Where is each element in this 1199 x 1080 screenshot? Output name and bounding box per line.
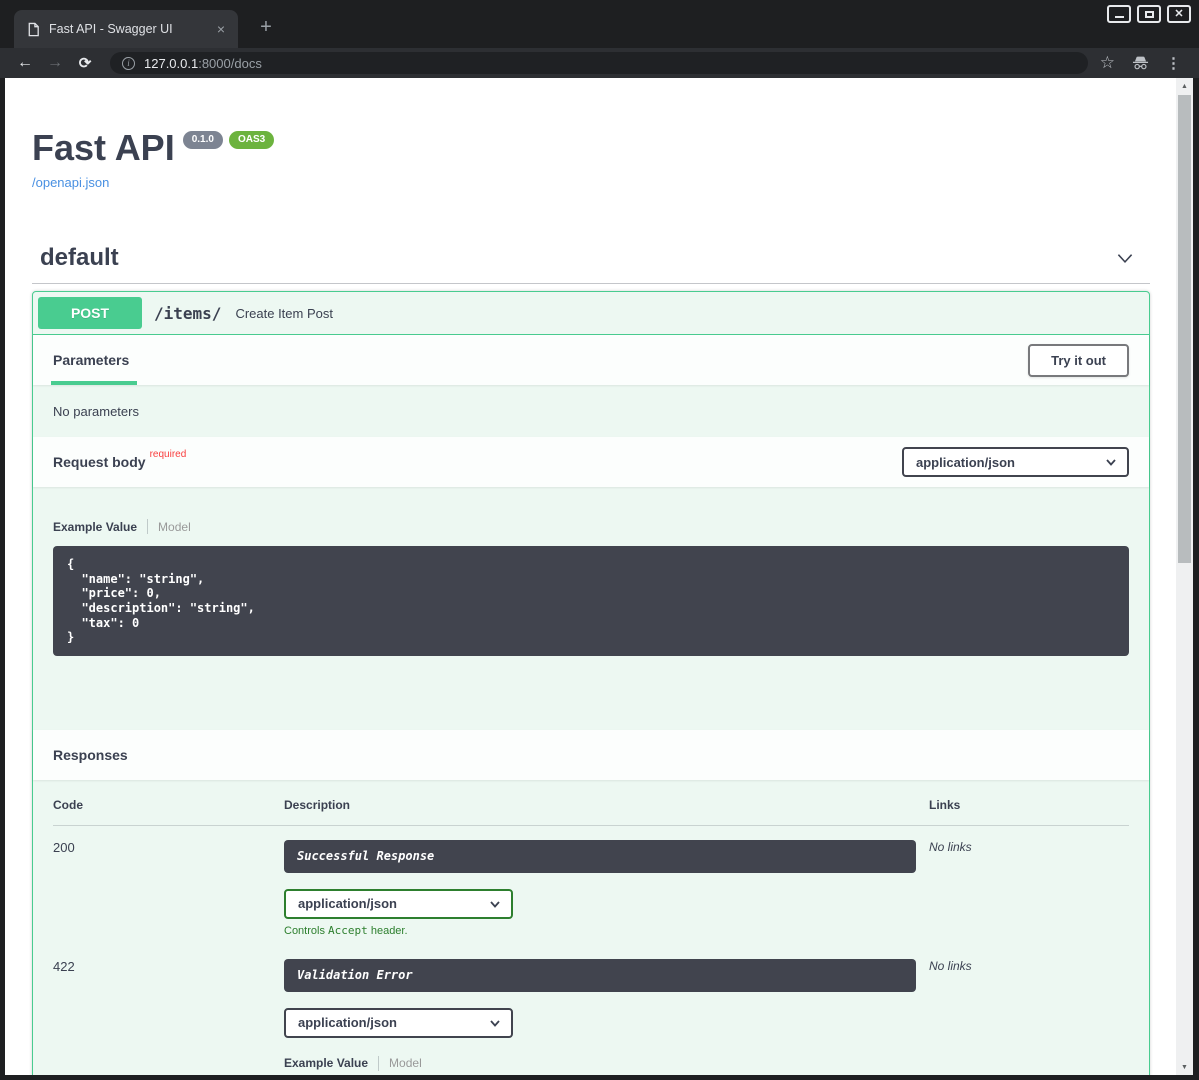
select-chevron-icon	[1105, 456, 1117, 468]
responses-header: Responses	[33, 730, 1149, 780]
tab-model[interactable]: Model	[389, 1056, 422, 1070]
bookmark-star-icon[interactable]: ☆	[1100, 53, 1115, 73]
api-info: Fast API 0.1.0 OAS3 /openapi.json	[32, 128, 1150, 192]
accept-note-suffix: header.	[368, 925, 408, 937]
reload-icon[interactable]: ⟳	[72, 56, 98, 71]
swagger-page: Fast API 0.1.0 OAS3 /openapi.json defaul…	[5, 78, 1193, 1075]
response-row-200: 200 Successful Response application/json…	[53, 826, 1129, 937]
request-body-example: Example Value Model { "name": "string", …	[33, 487, 1149, 730]
response-description-box: Validation Error	[284, 959, 916, 992]
operation-path: /items/	[154, 304, 221, 323]
maximize-button[interactable]	[1137, 5, 1161, 23]
tab-separator	[378, 1056, 379, 1071]
example-model-tabs-422: Example Value Model	[284, 1056, 929, 1071]
openapi-spec-link[interactable]: /openapi.json	[32, 175, 109, 190]
tag-section: default	[32, 244, 1150, 284]
required-flag: required	[150, 449, 187, 460]
column-description: Description	[284, 798, 929, 812]
browser-menu-icon[interactable]: ⋮	[1166, 54, 1181, 72]
scrollbar-down-icon[interactable]: ▼	[1176, 1059, 1193, 1075]
response-code: 200	[53, 840, 284, 937]
request-body-header: Request body required application/json	[33, 437, 1149, 487]
page-favicon-icon	[26, 22, 41, 37]
example-model-tabs: Example Value Model	[53, 519, 1129, 534]
new-tab-button[interactable]: +	[254, 16, 278, 39]
tag-name: default	[40, 244, 119, 272]
request-example-code: { "name": "string", "price": 0, "descrip…	[53, 546, 1129, 656]
back-icon[interactable]: ←	[12, 55, 38, 71]
response-description-cell: Successful Response application/json Con…	[284, 840, 929, 937]
parameters-header: Parameters Try it out	[33, 335, 1149, 385]
oas3-badge: OAS3	[229, 131, 274, 149]
column-code: Code	[53, 798, 284, 812]
address-bar[interactable]: i 127.0.0.1:8000/docs	[110, 52, 1088, 74]
http-method-badge: POST	[38, 297, 142, 329]
try-it-out-button[interactable]: Try it out	[1028, 344, 1129, 377]
minimize-icon	[1115, 16, 1124, 18]
response-description-box: Successful Response	[284, 840, 916, 873]
tag-header[interactable]: default	[32, 244, 1150, 272]
version-badge: 0.1.0	[183, 131, 223, 149]
tag-divider	[32, 283, 1150, 284]
scrollbar-up-icon[interactable]: ▲	[1176, 78, 1193, 94]
page-scrollbar[interactable]: ▲ ▼	[1176, 78, 1193, 1075]
api-title-row: Fast API 0.1.0 OAS3	[32, 128, 1150, 168]
tab-close-icon[interactable]: ×	[212, 20, 230, 38]
url-path: :8000/docs	[198, 56, 262, 71]
request-content-type-value: application/json	[916, 455, 1015, 470]
response-description-cell: Validation Error application/json Exampl…	[284, 959, 929, 1075]
site-info-icon[interactable]: i	[122, 57, 135, 70]
tab-example-value[interactable]: Example Value	[284, 1056, 368, 1070]
response-content-type-select-200[interactable]: application/json	[284, 889, 513, 919]
response-content-type-select-422[interactable]: application/json	[284, 1008, 513, 1038]
request-body-title: Request body	[53, 454, 146, 470]
api-title: Fast API	[32, 128, 175, 168]
url-text: 127.0.0.1:8000/docs	[144, 56, 262, 71]
browser-tab[interactable]: Fast API - Swagger UI ×	[14, 10, 238, 48]
browser-toolbar: ← → ⟳ i 127.0.0.1:8000/docs ☆ ⋮	[0, 48, 1199, 78]
operation-summary[interactable]: POST /items/ Create Item Post	[33, 292, 1149, 335]
scrollbar-thumb[interactable]	[1178, 95, 1191, 563]
response-content-type-value-200: application/json	[298, 896, 397, 911]
responses-table: Code Description Links 200 Successful Re…	[33, 780, 1149, 1075]
responses-title: Responses	[53, 747, 128, 763]
no-parameters-text: No parameters	[33, 385, 1149, 437]
response-code: 422	[53, 959, 284, 1075]
responses-table-head: Code Description Links	[53, 798, 1129, 826]
tab-model[interactable]: Model	[158, 520, 191, 534]
tab-strip: Fast API - Swagger UI × + ✕	[0, 0, 1199, 48]
controls-accept-note: Controls Accept header.	[284, 924, 929, 937]
accept-note-code: Accept	[328, 924, 368, 937]
select-chevron-icon	[489, 898, 501, 910]
api-badges: 0.1.0 OAS3	[183, 131, 274, 149]
page-content: Fast API 0.1.0 OAS3 /openapi.json defaul…	[5, 128, 1176, 1075]
window-controls: ✕	[1107, 5, 1191, 23]
toolbar-right: ☆ ⋮	[1100, 53, 1187, 73]
response-content-type-value-422: application/json	[298, 1015, 397, 1030]
browser-window: Fast API - Swagger UI × + ✕ ← → ⟳ i 127.…	[0, 0, 1199, 1080]
request-content-type-select[interactable]: application/json	[902, 447, 1129, 477]
response-row-422: 422 Validation Error application/json Ex…	[53, 945, 1129, 1075]
incognito-icon	[1131, 55, 1150, 71]
chevron-down-icon[interactable]	[1114, 247, 1136, 269]
maximize-icon	[1145, 11, 1154, 18]
opblock-post-items: POST /items/ Create Item Post Parameters…	[32, 291, 1150, 1075]
request-body-title-group: Request body required	[53, 454, 186, 470]
select-chevron-icon	[489, 1017, 501, 1029]
tab-title: Fast API - Swagger UI	[49, 22, 204, 36]
tab-separator	[147, 519, 148, 534]
minimize-button[interactable]	[1107, 5, 1131, 23]
accept-note-prefix: Controls	[284, 925, 328, 937]
column-links: Links	[929, 798, 1129, 812]
forward-icon[interactable]: →	[42, 55, 68, 71]
window-close-button[interactable]: ✕	[1167, 5, 1191, 23]
response-links: No links	[929, 959, 1129, 1075]
operation-description: Create Item Post	[235, 306, 333, 321]
response-links: No links	[929, 840, 1129, 937]
tab-parameters[interactable]: Parameters	[53, 335, 129, 385]
url-host: 127.0.0.1	[144, 56, 198, 71]
tab-example-value[interactable]: Example Value	[53, 520, 137, 534]
